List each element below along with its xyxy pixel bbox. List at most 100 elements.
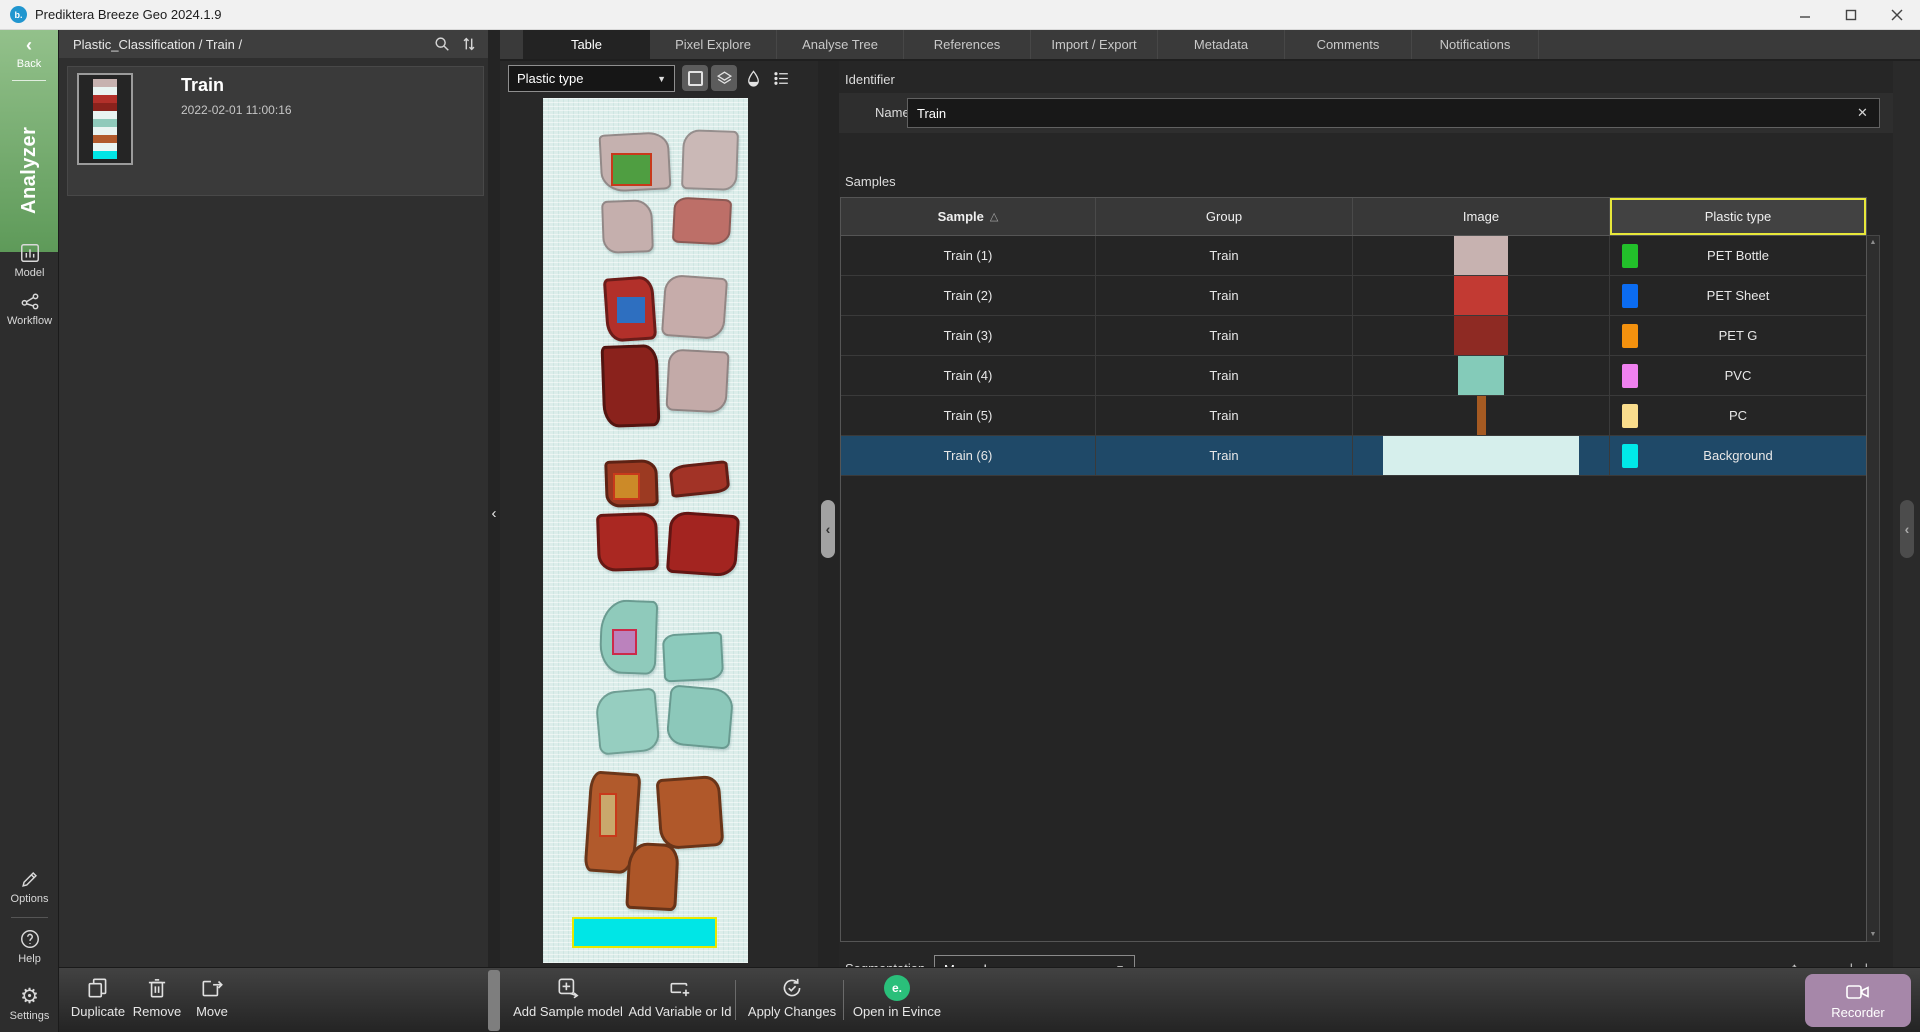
panel-splitter-left[interactable]: ‹ bbox=[488, 30, 500, 967]
apply-changes-button[interactable]: Apply Changes bbox=[732, 975, 852, 1019]
cell-group: Train bbox=[1096, 356, 1353, 395]
panel-splitter-right[interactable]: ‹ bbox=[1893, 61, 1920, 967]
add-sample-model-button[interactable]: Add Sample model bbox=[503, 975, 633, 1019]
identifier-section-label: Identifier bbox=[845, 72, 895, 87]
app-window: ‹ Back Analyzer Model Workflow Opti bbox=[0, 30, 1920, 1032]
move-button[interactable]: Move bbox=[187, 975, 237, 1019]
class-overlay-pvc bbox=[612, 629, 637, 655]
plastic-type-swatch bbox=[1622, 364, 1638, 388]
workflow-label: Workflow bbox=[7, 315, 52, 327]
breadcrumb[interactable]: Plastic_Classification / Train / bbox=[73, 37, 242, 52]
collapse-right-handle[interactable]: ‹ bbox=[1900, 500, 1914, 558]
window-controls bbox=[1782, 0, 1920, 29]
plastic-piece bbox=[681, 129, 739, 191]
column-header-plastic-type-label: Plastic type bbox=[1705, 209, 1771, 224]
samples-table-header: Sample △ Group Image Plastic type bbox=[841, 198, 1866, 236]
sidebar-item-settings[interactable]: ⚙ Settings bbox=[0, 986, 59, 1022]
cell-plastic-type: PET Sheet bbox=[1610, 276, 1866, 315]
pencil-icon bbox=[19, 868, 41, 890]
add-variable-button[interactable]: Add Variable or Id bbox=[615, 975, 745, 1019]
column-header-sample[interactable]: Sample △ bbox=[841, 198, 1096, 235]
cell-group: Train bbox=[1096, 276, 1353, 315]
panel-divider-bar bbox=[488, 970, 500, 1031]
table-row[interactable]: Train (5) Train PC bbox=[841, 396, 1866, 436]
list-view-button[interactable] bbox=[768, 65, 794, 91]
cell-sample: Train (2) bbox=[841, 276, 1096, 315]
tab-notifications[interactable]: Notifications bbox=[1412, 30, 1539, 59]
viewer-toolbar: Plastic type ▼ bbox=[500, 61, 818, 96]
close-icon bbox=[1891, 9, 1903, 21]
app-icon-letter: b. bbox=[15, 10, 23, 20]
plastic-piece bbox=[668, 460, 730, 498]
plastic-piece bbox=[601, 344, 661, 428]
tab-metadata[interactable]: Metadata bbox=[1158, 30, 1285, 59]
plastic-piece bbox=[601, 199, 654, 254]
collapse-middle-handle[interactable]: ‹ bbox=[821, 500, 835, 558]
sidebar-item-model[interactable]: Model bbox=[0, 242, 59, 279]
duplicate-icon bbox=[85, 975, 111, 1001]
dataset-list-item[interactable]: Train 2022-02-01 11:00:16 bbox=[67, 66, 484, 196]
remove-button[interactable]: Remove bbox=[128, 975, 186, 1019]
rectangle-select-button[interactable] bbox=[682, 65, 708, 91]
open-in-evince-button[interactable]: e. Open in Evince bbox=[836, 975, 958, 1019]
table-scrollbar[interactable]: ▲ ▼ bbox=[1867, 235, 1880, 942]
dataset-title: Train bbox=[181, 75, 224, 96]
recorder-button[interactable]: Recorder bbox=[1805, 974, 1911, 1027]
table-row[interactable]: Train (1) Train PET Bottle bbox=[841, 236, 1866, 276]
column-header-image[interactable]: Image bbox=[1353, 198, 1610, 235]
minimize-button[interactable] bbox=[1782, 0, 1828, 29]
chevron-down-icon: ▼ bbox=[657, 74, 666, 84]
column-header-sample-label: Sample bbox=[938, 209, 984, 224]
window-titlebar: b. Prediktera Breeze Geo 2024.1.9 bbox=[0, 0, 1920, 30]
plastic-type-swatch bbox=[1622, 444, 1638, 468]
collapse-left-chevron-icon[interactable]: ‹ bbox=[488, 505, 500, 522]
clear-name-icon[interactable]: ✕ bbox=[1857, 105, 1868, 121]
maximize-icon bbox=[1845, 9, 1857, 21]
tab-analyse-tree[interactable]: Analyse Tree bbox=[777, 30, 904, 59]
name-input[interactable] bbox=[907, 98, 1880, 128]
sidebar-item-analyzer[interactable]: Analyzer bbox=[0, 90, 59, 250]
cell-image bbox=[1353, 316, 1610, 355]
cell-group: Train bbox=[1096, 396, 1353, 435]
cell-group: Train bbox=[1096, 236, 1353, 275]
trash-icon bbox=[144, 975, 170, 1001]
maximize-button[interactable] bbox=[1828, 0, 1874, 29]
table-row[interactable]: Train (3) Train PET G bbox=[841, 316, 1866, 356]
tab-references[interactable]: References bbox=[904, 30, 1031, 59]
help-label: Help bbox=[18, 953, 41, 965]
sample-image-strip[interactable] bbox=[543, 98, 748, 963]
scroll-down-icon[interactable]: ▼ bbox=[1867, 931, 1879, 938]
sidebar-item-workflow[interactable]: Workflow bbox=[0, 290, 59, 327]
move-icon bbox=[199, 975, 225, 1001]
tab-table[interactable]: Table bbox=[523, 30, 650, 59]
sidebar-item-help[interactable]: Help bbox=[0, 928, 59, 965]
table-row[interactable]: Train (4) Train PVC bbox=[841, 356, 1866, 396]
table-row[interactable]: Train (6) Train Background bbox=[841, 436, 1866, 476]
back-button[interactable]: ‹ Back bbox=[0, 30, 58, 81]
samples-table: Sample △ Group Image Plastic type Train … bbox=[840, 197, 1867, 942]
column-header-plastic-type[interactable]: Plastic type bbox=[1610, 198, 1866, 235]
cell-group: Train bbox=[1096, 316, 1353, 355]
droplet-button[interactable] bbox=[740, 65, 766, 91]
sidebar-item-options[interactable]: Options bbox=[0, 868, 59, 905]
close-button[interactable] bbox=[1874, 0, 1920, 29]
tab-pixel-explore[interactable]: Pixel Explore bbox=[650, 30, 777, 59]
main-tabbar: TablePixel ExploreAnalyse TreeReferences… bbox=[500, 30, 1920, 61]
sort-icon[interactable] bbox=[460, 35, 478, 53]
scroll-up-icon[interactable]: ▲ bbox=[1867, 239, 1879, 246]
class-overlay-background bbox=[572, 917, 717, 948]
panel-splitter-middle[interactable]: ‹ bbox=[818, 61, 839, 967]
layers-button[interactable] bbox=[711, 65, 737, 91]
tab-import-export[interactable]: Import / Export bbox=[1031, 30, 1158, 59]
cell-plastic-type: PC bbox=[1610, 396, 1866, 435]
class-overlay-pc bbox=[599, 793, 617, 837]
plastic-piece bbox=[625, 842, 679, 912]
overlay-class-dropdown[interactable]: Plastic type ▼ bbox=[508, 65, 675, 92]
search-icon[interactable] bbox=[433, 35, 451, 53]
duplicate-button[interactable]: Duplicate bbox=[69, 975, 127, 1019]
tab-comments[interactable]: Comments bbox=[1285, 30, 1412, 59]
add-variable-label: Add Variable or Id bbox=[628, 1004, 731, 1019]
open-in-evince-label: Open in Evince bbox=[853, 1004, 941, 1019]
column-header-group[interactable]: Group bbox=[1096, 198, 1353, 235]
table-row[interactable]: Train (2) Train PET Sheet bbox=[841, 276, 1866, 316]
